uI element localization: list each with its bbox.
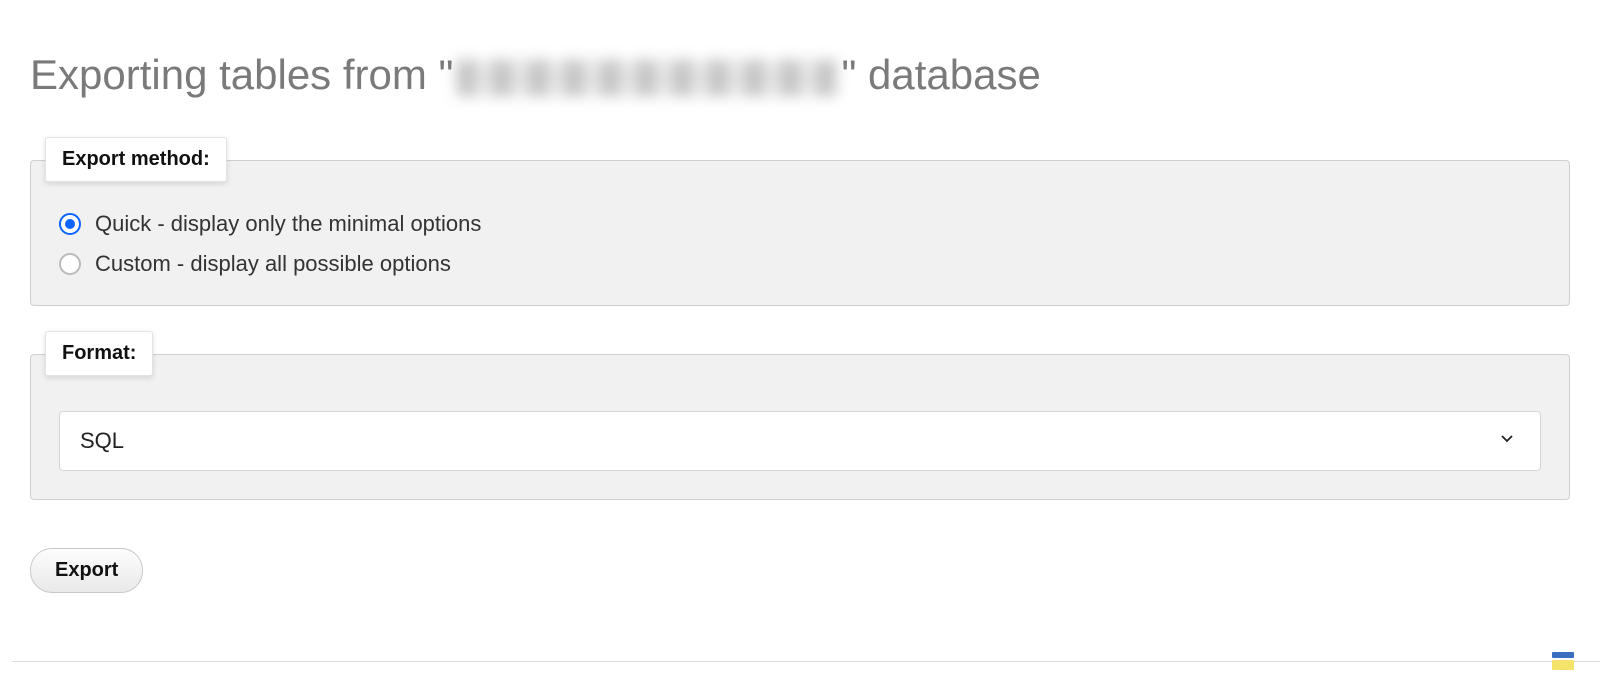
export-method-fieldset: Export method: Quick - display only the … <box>30 160 1570 306</box>
export-button[interactable]: Export <box>30 548 143 593</box>
radio-option-quick[interactable]: Quick - display only the minimal options <box>59 211 1541 237</box>
format-legend: Format: <box>45 331 153 376</box>
footer-divider <box>12 661 1600 662</box>
page-title-prefix: Exporting tables from " <box>30 51 453 98</box>
format-select[interactable]: SQL <box>59 411 1541 471</box>
format-select-wrap: SQL <box>59 411 1541 471</box>
footer <box>12 661 1600 672</box>
radio-quick-label: Quick - display only the minimal options <box>95 211 481 237</box>
page-title: Exporting tables from " " database <box>30 50 1570 100</box>
page-title-suffix: " database <box>841 51 1040 98</box>
window-icon <box>1552 652 1576 672</box>
format-select-value: SQL <box>80 428 1490 454</box>
radio-option-custom[interactable]: Custom - display all possible options <box>59 251 1541 277</box>
export-method-legend: Export method: <box>45 137 227 182</box>
radio-quick-input[interactable] <box>59 213 81 235</box>
radio-custom-label: Custom - display all possible options <box>95 251 451 277</box>
database-name-redacted <box>457 60 837 96</box>
radio-custom-input[interactable] <box>59 253 81 275</box>
format-fieldset: Format: SQL <box>30 354 1570 500</box>
